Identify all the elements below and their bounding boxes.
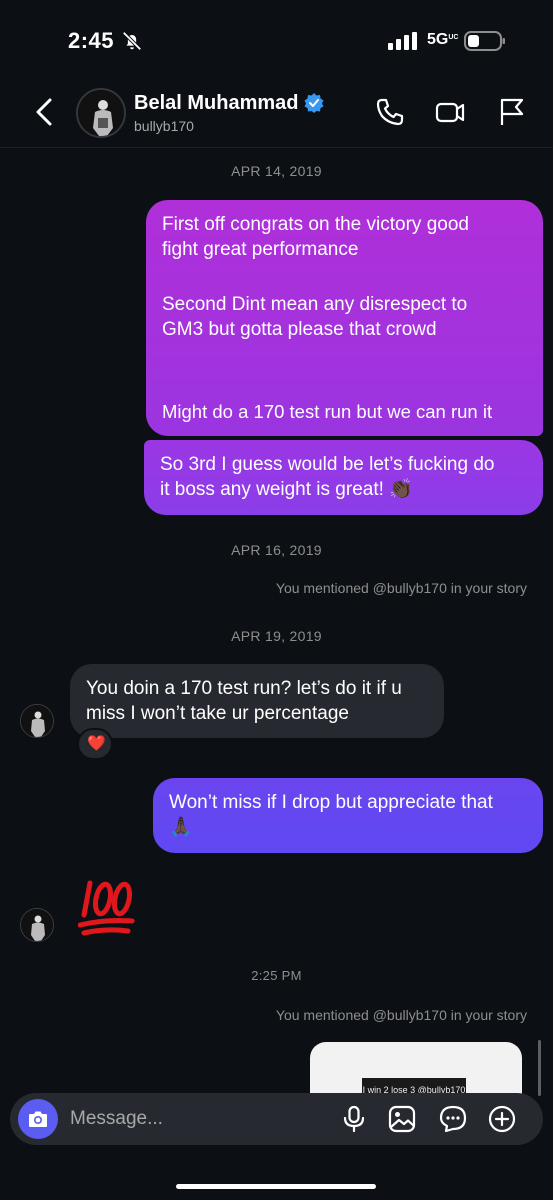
heart-icon: ❤️ xyxy=(87,735,106,752)
scrollbar[interactable] xyxy=(538,1040,541,1096)
sender-avatar[interactable] xyxy=(20,704,54,738)
back-icon[interactable] xyxy=(30,94,60,130)
message-text: Won’t miss if I drop but appreciate that xyxy=(169,792,493,813)
message-text: Might do a 170 test run but we can run i… xyxy=(162,401,493,422)
message-text: First off congrats on the victory good xyxy=(162,214,469,235)
camera-button[interactable] xyxy=(18,1099,58,1139)
microphone-icon[interactable] xyxy=(339,1104,369,1134)
message-text: 🙏🏿 xyxy=(169,817,193,838)
message-text: GM3 but gotta please that crowd xyxy=(162,319,437,340)
message-text: miss I won’t take ur percentage xyxy=(86,703,349,724)
bell-off-icon xyxy=(122,31,142,51)
message-text: it boss any weight is great! 👏🏿 xyxy=(160,479,413,500)
camera-icon xyxy=(29,1111,47,1127)
story-mention-note: You mentioned @bullyb170 in your story xyxy=(275,580,527,596)
network-suffix: UC xyxy=(448,34,459,41)
contact-name[interactable]: Belal Muhammad xyxy=(134,92,298,115)
hundred-points-emoji[interactable] xyxy=(78,875,136,939)
cellular-signal-icon xyxy=(388,32,417,50)
date-separator: APR 19, 2019 xyxy=(231,628,322,644)
plus-icon[interactable] xyxy=(487,1104,517,1134)
status-time: 2:45 xyxy=(68,28,115,53)
date-separator: APR 14, 2019 xyxy=(231,163,322,179)
message-input[interactable] xyxy=(70,1106,310,1132)
flag-icon[interactable] xyxy=(496,96,528,128)
heart-reaction[interactable]: ❤️ xyxy=(77,728,113,760)
message-text: You doin a 170 test run? let’s do it if … xyxy=(86,678,402,699)
contact-handle[interactable]: bullyb170 xyxy=(134,118,194,134)
date-separator: APR 16, 2019 xyxy=(231,542,322,558)
video-icon[interactable] xyxy=(434,96,466,128)
message-text: So 3rd I guess would be let’s fucking do xyxy=(160,454,495,475)
battery-icon xyxy=(464,31,505,51)
outgoing-message[interactable]: Won’t miss if I drop but appreciate that… xyxy=(153,778,543,853)
message-text: Second Dint mean any disrespect to xyxy=(162,294,468,315)
timestamp: 2:25 PM xyxy=(251,968,302,983)
story-mention-note: You mentioned @bullyb170 in your story xyxy=(275,1007,527,1023)
home-indicator[interactable] xyxy=(176,1184,376,1189)
chat-header: Belal Muhammad bullyb170 xyxy=(0,80,553,148)
profile-avatar[interactable] xyxy=(76,88,126,138)
phone-icon[interactable] xyxy=(374,96,406,128)
sender-avatar[interactable] xyxy=(20,908,54,942)
message-composer xyxy=(10,1093,543,1145)
outgoing-message[interactable]: So 3rd I guess would be let’s fucking do… xyxy=(144,440,543,515)
verified-badge-icon xyxy=(304,93,324,113)
message-text: fight great performance xyxy=(162,239,359,260)
network-type: 5GUC xyxy=(427,31,459,48)
sticker-chat-icon[interactable] xyxy=(438,1104,468,1134)
incoming-message[interactable]: You doin a 170 test run? let’s do it if … xyxy=(70,664,444,738)
gallery-icon[interactable] xyxy=(387,1104,417,1134)
status-bar: 2:45 5GUC xyxy=(0,0,553,80)
outgoing-message[interactable]: First off congrats on the victory good f… xyxy=(146,200,543,436)
